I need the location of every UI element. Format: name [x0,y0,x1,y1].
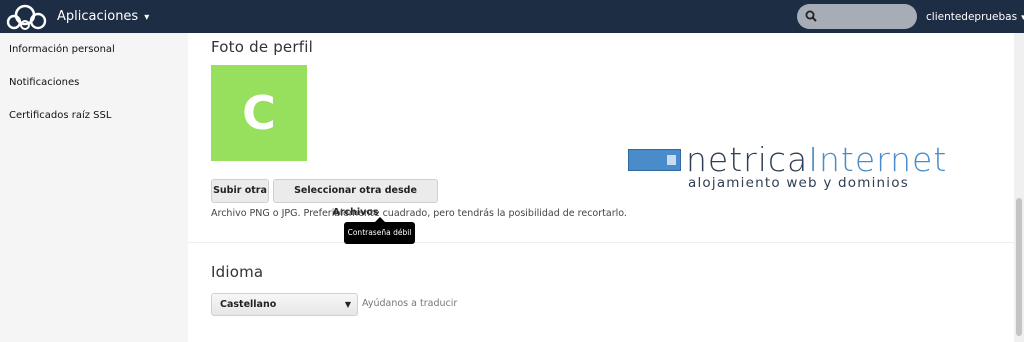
avatar: C [211,65,307,161]
dropdown-arrow-icon: ▼ [344,300,351,309]
profile-picture-title: Foto de perfil [211,38,313,56]
password-strength-tooltip: Contraseña débil [344,217,415,244]
sidebar-item-notifications[interactable]: Notificaciones [9,77,79,88]
watermark-brand-part2: Internet [808,140,948,179]
top-header: Aplicaciones ▾ clientedepruebas ▾ [0,0,1024,33]
watermark-brand-part1: netrica [686,140,809,179]
user-menu-button[interactable]: clientedepruebas ▾ [926,0,1024,33]
watermark-tagline: alojamiento web y dominios [688,175,909,191]
chevron-down-icon: ▾ [144,12,150,23]
apps-menu-label: Aplicaciones [57,9,139,24]
language-select[interactable]: Castellano ▼ [211,293,358,316]
user-name: clientedepruebas [926,11,1018,23]
sidebar-item-ssl-certificates[interactable]: Certificados raíz SSL [9,110,111,121]
scrollbar-thumb[interactable] [1016,198,1022,336]
netrica-watermark-logo: netricaInternet alojamiento web y domini… [628,140,968,196]
cloud-logo-icon[interactable] [5,3,49,31]
section-divider [188,242,1014,243]
search-icon [805,10,817,22]
sidebar-item-personal-info[interactable]: Información personal [9,44,115,55]
language-title: Idioma [211,263,264,281]
upload-photo-button[interactable]: Subir otra [211,179,269,203]
avatar-hint-text: Archivo PNG o JPG. Preferiblemente cuadr… [211,208,627,219]
language-select-value: Castellano [220,299,277,310]
settings-sidebar: Información personal Notificaciones Cert… [0,33,188,342]
apps-menu-button[interactable]: Aplicaciones ▾ [57,0,149,33]
netrica-logo-bar-icon [628,149,681,171]
search-input[interactable] [797,4,917,29]
help-translate-link[interactable]: Ayúdanos a traducir [362,298,457,309]
watermark-brand: netricaInternet [686,140,947,179]
select-from-files-button[interactable]: Seleccionar otra desde Archivos [273,179,438,218]
